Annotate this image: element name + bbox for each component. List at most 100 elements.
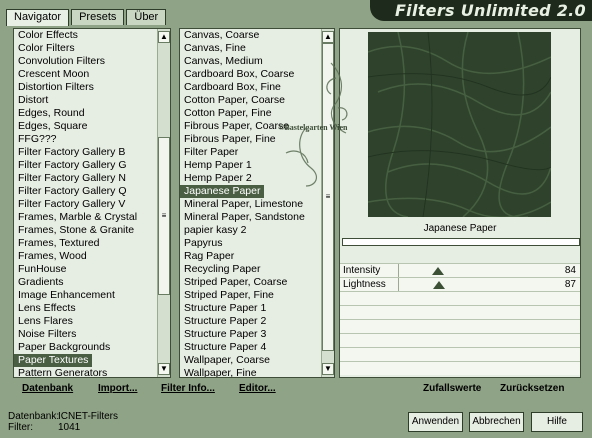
- list-item[interactable]: Pattern Generators: [14, 367, 158, 377]
- list-item[interactable]: Wallpaper, Fine: [180, 367, 322, 377]
- preview-image[interactable]: [368, 32, 551, 217]
- list-item-label: Lens Effects: [18, 302, 76, 314]
- list-item[interactable]: Lens Flares: [14, 315, 158, 328]
- list-item-label: Gradients: [18, 276, 64, 288]
- filter-scroll-thumb[interactable]: ≡: [322, 43, 334, 351]
- slider-knob-icon[interactable]: [431, 267, 444, 275]
- list-item[interactable]: Color Filters: [14, 42, 158, 55]
- list-item-label: Canvas, Medium: [184, 55, 263, 67]
- apply-button[interactable]: Anwenden: [408, 412, 463, 432]
- list-item[interactable]: Japanese Paper: [180, 185, 322, 198]
- list-item[interactable]: Structure Paper 2: [180, 315, 322, 328]
- category-scroll-thumb[interactable]: ≡: [158, 137, 170, 295]
- list-item[interactable]: Canvas, Fine: [180, 42, 322, 55]
- list-item[interactable]: FunHouse: [14, 263, 158, 276]
- list-item[interactable]: Edges, Round: [14, 107, 158, 120]
- list-item-label: Filter Paper: [184, 146, 239, 158]
- list-item[interactable]: Color Effects: [14, 29, 158, 42]
- list-item[interactable]: Cotton Paper, Coarse: [180, 94, 322, 107]
- list-item[interactable]: Edges, Square: [14, 120, 158, 133]
- bottom-link-bar: Datenbank Import... Filter Info... Edito…: [0, 383, 592, 397]
- cancel-button[interactable]: Abbrechen: [469, 412, 524, 432]
- list-item-label: Frames, Textured: [18, 237, 100, 249]
- list-item[interactable]: Cardboard Box, Fine: [180, 81, 322, 94]
- filter-count-key: Filter:: [8, 422, 33, 433]
- list-item[interactable]: Filter Paper: [180, 146, 322, 159]
- help-button[interactable]: Hilfe: [531, 412, 583, 432]
- list-item[interactable]: Striped Paper, Fine: [180, 289, 322, 302]
- list-item[interactable]: Frames, Wood: [14, 250, 158, 263]
- tab-navigator[interactable]: Navigator: [6, 9, 70, 26]
- list-item-label: Canvas, Fine: [184, 42, 246, 54]
- tab-about[interactable]: Über: [126, 9, 167, 25]
- list-item[interactable]: Frames, Stone & Granite: [14, 224, 158, 237]
- list-item[interactable]: Cardboard Box, Coarse: [180, 68, 322, 81]
- reset-link[interactable]: Zurücksetzen: [500, 383, 564, 394]
- list-item[interactable]: Mineral Paper, Sandstone: [180, 211, 322, 224]
- list-item[interactable]: Rag Paper: [180, 250, 322, 263]
- list-item[interactable]: Fibrous Paper, Fine: [180, 133, 322, 146]
- tab-presets[interactable]: Presets: [71, 9, 125, 25]
- slider-row-lightness[interactable]: Lightness 87: [340, 277, 580, 291]
- list-item[interactable]: Cotton Paper, Fine: [180, 107, 322, 120]
- list-item[interactable]: Convolution Filters: [14, 55, 158, 68]
- editor-link[interactable]: Editor...: [239, 383, 276, 394]
- list-item[interactable]: Distort: [14, 94, 158, 107]
- slider-row-empty: [340, 305, 580, 319]
- list-item[interactable]: Filter Factory Gallery G: [14, 159, 158, 172]
- list-item[interactable]: Image Enhancement: [14, 289, 158, 302]
- list-item[interactable]: Noise Filters: [14, 328, 158, 341]
- list-item[interactable]: Paper Textures: [14, 354, 158, 367]
- list-item[interactable]: Filter Factory Gallery N: [14, 172, 158, 185]
- list-item-label: Structure Paper 2: [184, 315, 267, 327]
- list-item-label: Frames, Wood: [18, 250, 87, 262]
- list-item[interactable]: Striped Paper, Coarse: [180, 276, 322, 289]
- scroll-down-icon[interactable]: ▼: [322, 363, 334, 375]
- list-item[interactable]: Canvas, Medium: [180, 55, 322, 68]
- filter-scrollbar[interactable]: ▲ ≡ ▼: [321, 29, 334, 377]
- list-item[interactable]: Gradients: [14, 276, 158, 289]
- list-item[interactable]: Lens Effects: [14, 302, 158, 315]
- list-item-label: Structure Paper 4: [184, 341, 267, 353]
- list-item[interactable]: Mineral Paper, Limestone: [180, 198, 322, 211]
- list-item[interactable]: Fibrous Paper, Coarse: [180, 120, 322, 133]
- scroll-up-icon[interactable]: ▲: [322, 31, 334, 43]
- category-scrollbar[interactable]: ▲ ≡ ▼: [157, 29, 170, 377]
- list-item[interactable]: Distortion Filters: [14, 81, 158, 94]
- database-link[interactable]: Datenbank: [22, 383, 73, 394]
- import-link[interactable]: Import...: [98, 383, 137, 394]
- list-item[interactable]: Wallpaper, Coarse: [180, 354, 322, 367]
- list-item-label: Structure Paper 3: [184, 328, 267, 340]
- list-item[interactable]: Structure Paper 4: [180, 341, 322, 354]
- list-item[interactable]: Filter Factory Gallery V: [14, 198, 158, 211]
- list-item[interactable]: FFG???: [14, 133, 158, 146]
- status-area: Datenbank:ICNET-Filters Filter: 1041: [8, 411, 118, 433]
- list-item[interactable]: Structure Paper 1: [180, 302, 322, 315]
- list-item[interactable]: Filter Factory Gallery Q: [14, 185, 158, 198]
- list-item[interactable]: Frames, Textured: [14, 237, 158, 250]
- filter-list[interactable]: Canvas, Coarse Canvas, Fine Canvas, Medium…: [180, 29, 322, 377]
- slider-row-intensity[interactable]: Intensity 84: [340, 263, 580, 277]
- slider-track[interactable]: [398, 278, 399, 291]
- list-item-label: Frames, Stone & Granite: [18, 224, 135, 236]
- list-item[interactable]: Paper Backgrounds: [14, 341, 158, 354]
- filter-info-link[interactable]: Filter Info...: [161, 383, 215, 394]
- list-item[interactable]: Hemp Paper 2: [180, 172, 322, 185]
- app-title: Filters Unlimited 2.0: [394, 1, 586, 20]
- list-item[interactable]: Structure Paper 3: [180, 328, 322, 341]
- scroll-down-icon[interactable]: ▼: [158, 363, 170, 375]
- slider-track[interactable]: [398, 264, 399, 277]
- category-list[interactable]: Color Effects Color Filters Convolution Fi…: [14, 29, 158, 377]
- list-item[interactable]: Papyrus: [180, 237, 322, 250]
- list-item[interactable]: Hemp Paper 1: [180, 159, 322, 172]
- scroll-up-icon[interactable]: ▲: [158, 31, 170, 43]
- list-item[interactable]: Recycling Paper: [180, 263, 322, 276]
- filter-count-value: 1041: [58, 422, 81, 433]
- randomize-link[interactable]: Zufallswerte: [423, 383, 481, 394]
- slider-knob-icon[interactable]: [432, 281, 445, 289]
- list-item[interactable]: Canvas, Coarse: [180, 29, 322, 42]
- list-item[interactable]: Crescent Moon: [14, 68, 158, 81]
- list-item[interactable]: papier kasy 2: [180, 224, 322, 237]
- list-item[interactable]: Frames, Marble & Crystal: [14, 211, 158, 224]
- list-item[interactable]: Filter Factory Gallery B: [14, 146, 158, 159]
